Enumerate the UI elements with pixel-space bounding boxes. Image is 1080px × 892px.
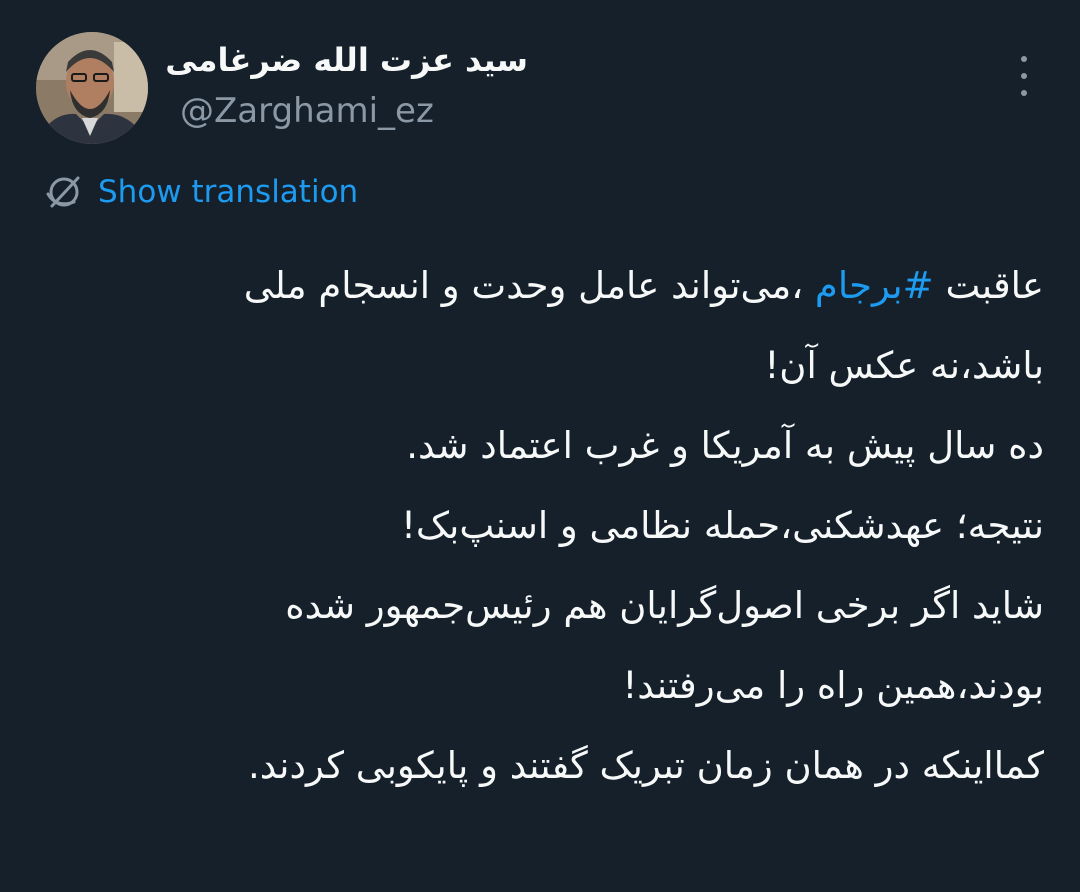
tweet-line: بودند،همین راه را می‌رفتند! — [622, 664, 1044, 707]
tweet-line: کمااینکه در همان زمان تبریک گفتند و پایک… — [248, 744, 1044, 787]
tweet-line: ده سال پیش به آمریکا و غرب اعتماد شد. — [406, 424, 1044, 467]
tweet-line: شاید اگر برخی اصول‌گرایان هم رئیس‌جمهور … — [285, 584, 1044, 627]
author-display-name[interactable]: سید عزت الله ضرغامی — [165, 44, 528, 76]
translate-globe-icon — [46, 176, 80, 208]
more-vertical-icon-dot — [1021, 90, 1027, 96]
tweet-text-segment: ،می‌تواند عامل وحدت و انسجام ملی — [243, 264, 804, 307]
tweet-line: عاقبت #برجام ،می‌تواند عامل وحدت و انسجا… — [84, 246, 1044, 326]
more-options-button[interactable] — [1010, 56, 1038, 96]
more-vertical-icon-dot — [1021, 73, 1027, 79]
more-vertical-icon — [1021, 56, 1027, 62]
author-handle[interactable]: @Zarghami_ez — [180, 94, 434, 128]
tweet-line: باشد،نه عکس آن! — [764, 344, 1044, 387]
tweet-line: نتیجه؛ عهدشکنی،حمله نظامی و اسنپ‌بک! — [401, 504, 1044, 547]
avatar[interactable] — [36, 32, 148, 144]
profile-photo — [36, 32, 148, 144]
tweet-text: عاقبت #برجام ،می‌تواند عامل وحدت و انسجا… — [84, 246, 1044, 806]
tweet-text-segment: عاقبت — [945, 264, 1044, 307]
show-translation-label: Show translation — [98, 173, 359, 210]
show-translation-button[interactable]: Show translation — [44, 172, 358, 212]
hashtag-link[interactable]: #برجام — [815, 264, 934, 307]
